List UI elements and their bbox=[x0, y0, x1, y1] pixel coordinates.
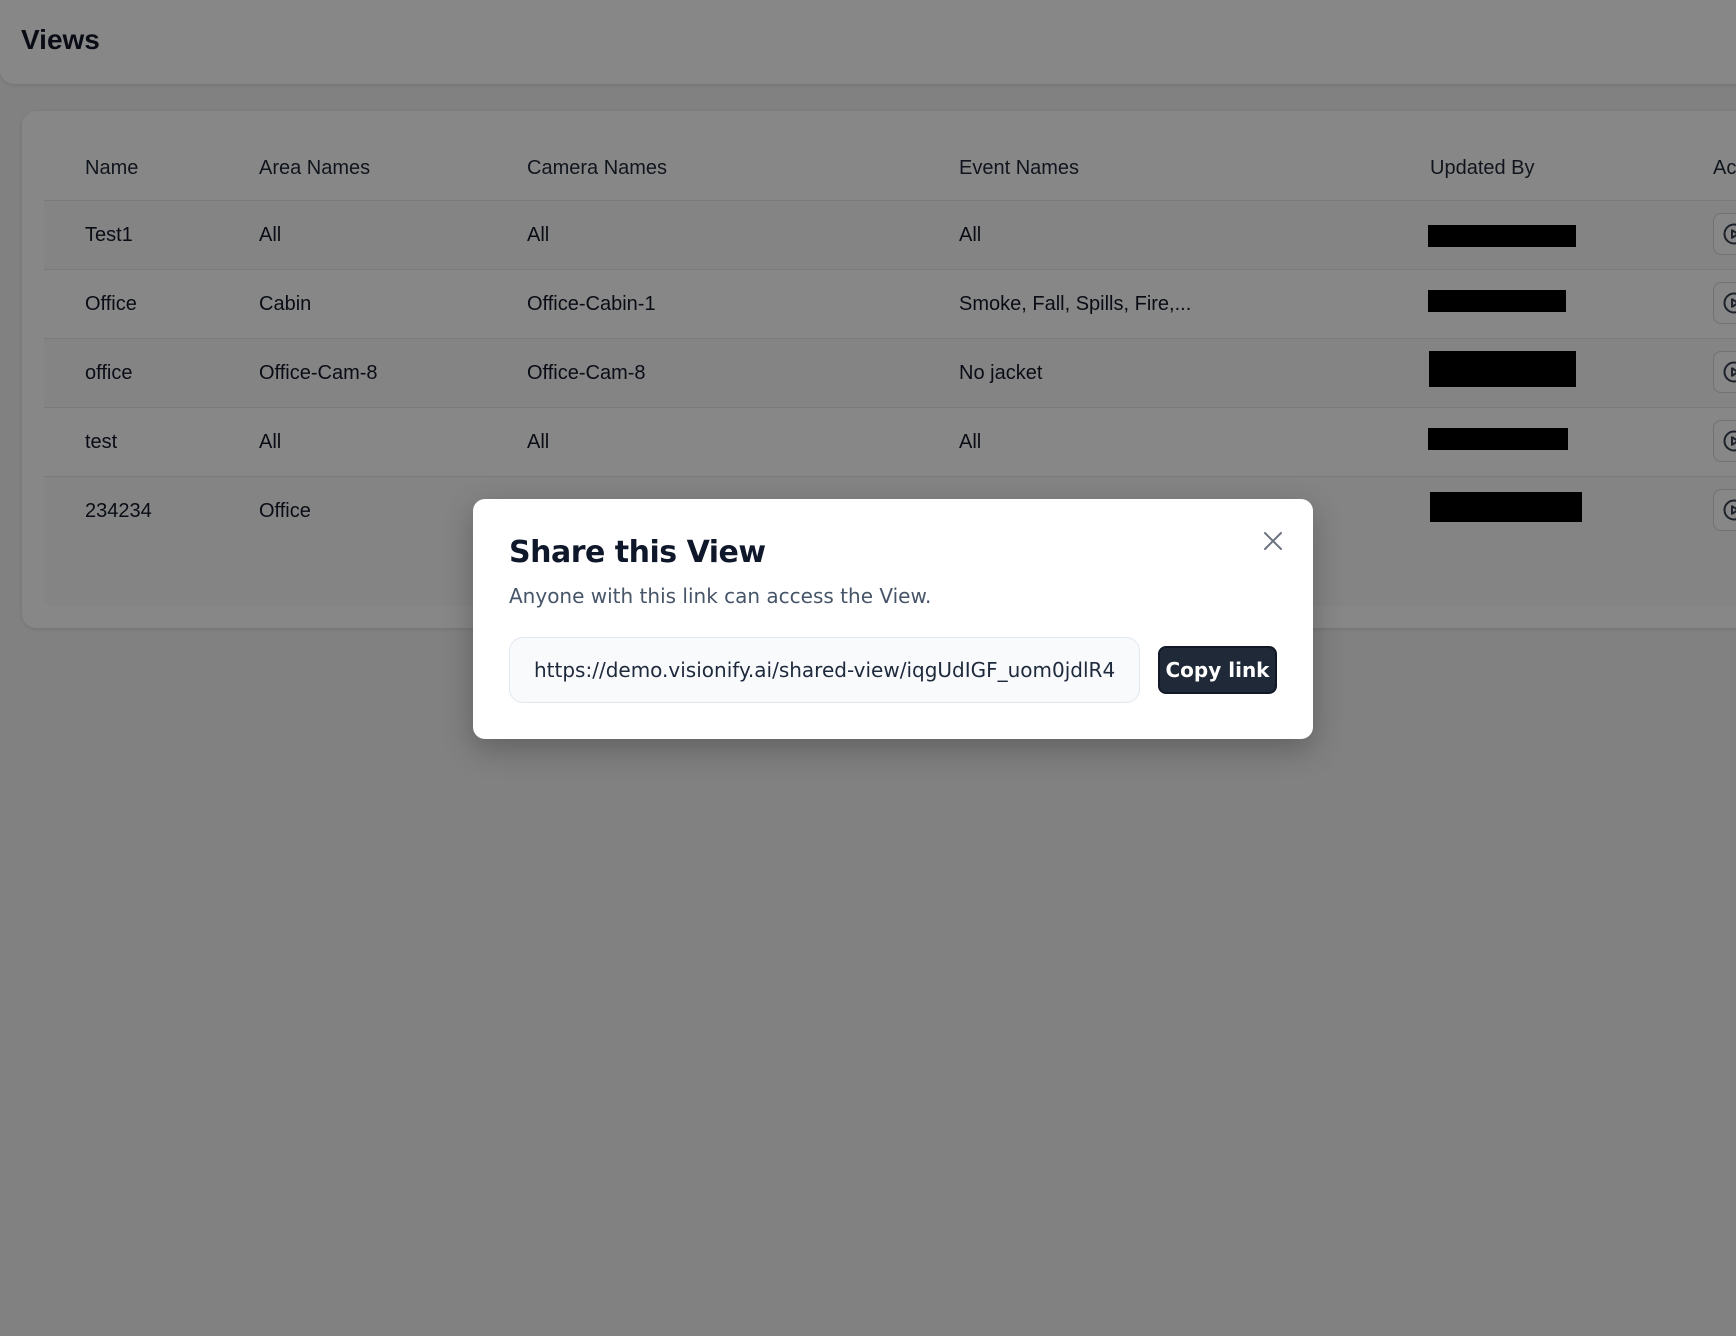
dialog-title: Share this View bbox=[509, 535, 766, 570]
copy-link-button[interactable]: Copy link bbox=[1158, 646, 1277, 694]
close-button[interactable] bbox=[1257, 525, 1289, 557]
share-link-input[interactable] bbox=[509, 637, 1140, 703]
share-view-dialog: Share this View Anyone with this link ca… bbox=[473, 499, 1313, 739]
close-icon bbox=[1264, 532, 1282, 550]
dialog-description: Anyone with this link can access the Vie… bbox=[509, 584, 932, 608]
views-page: Views Name Area Names Camera Names Event… bbox=[0, 0, 1736, 1336]
